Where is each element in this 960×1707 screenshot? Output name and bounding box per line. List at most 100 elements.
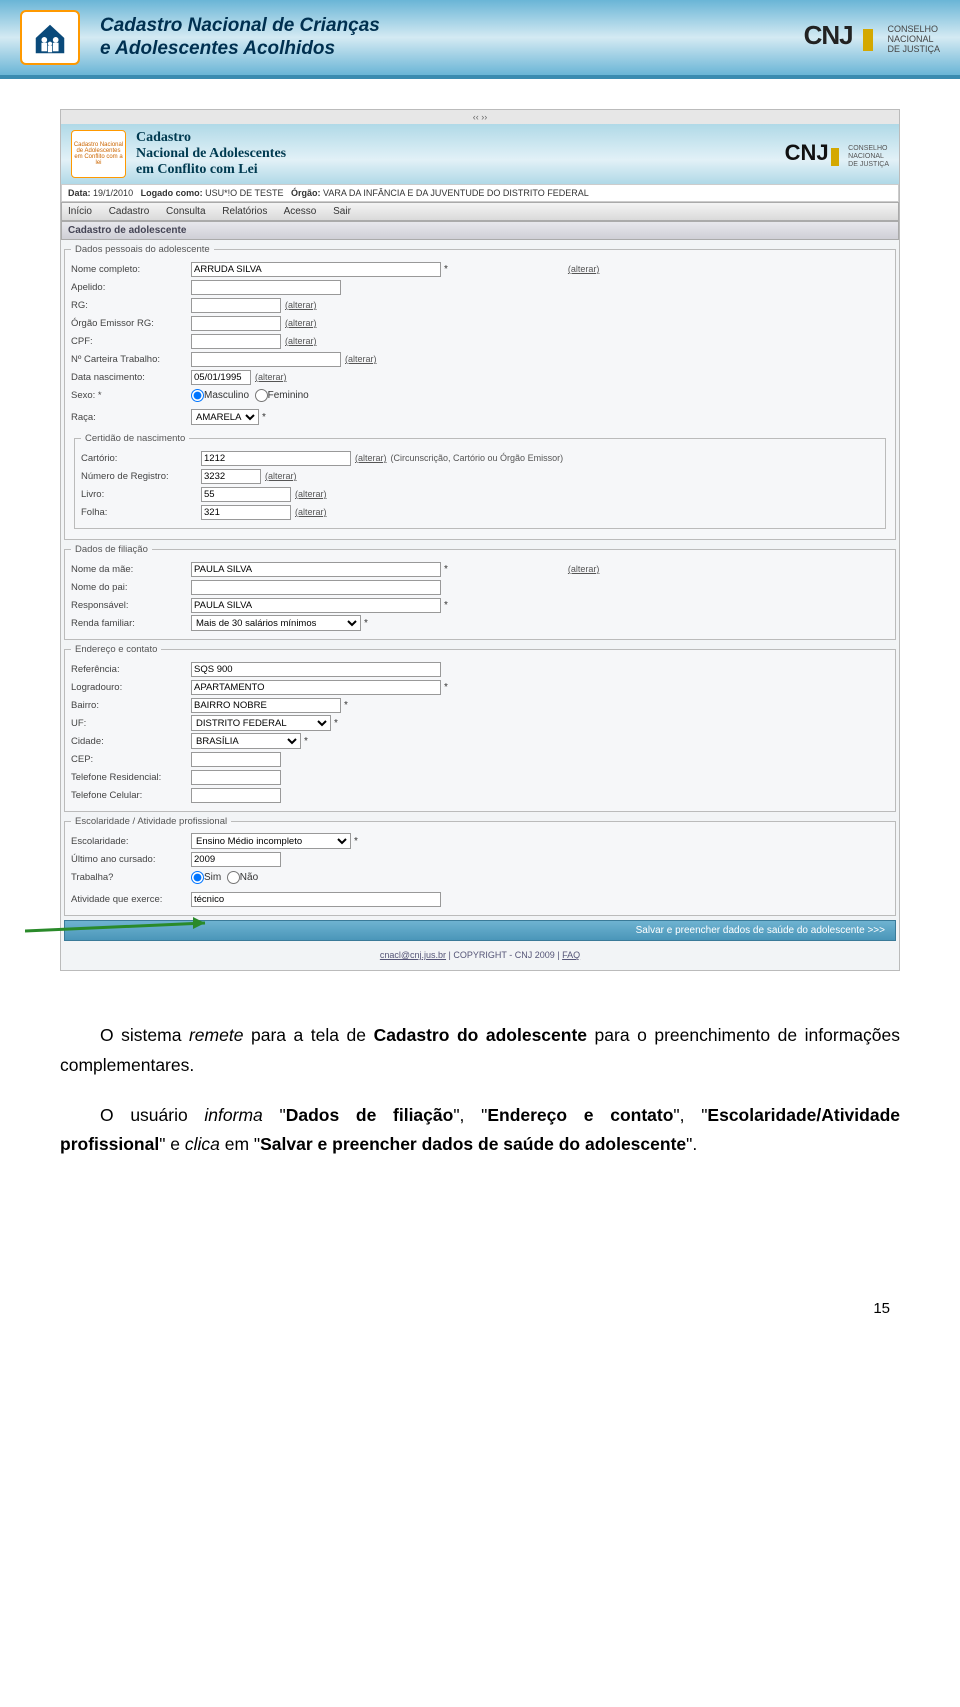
input-ano[interactable] [191,852,281,867]
app-cnj-subtitle: CONSELHONACIONALDE JUSTIÇA [848,145,889,168]
label-tel-res: Telefone Residencial: [71,772,191,783]
input-tel-res[interactable] [191,770,281,785]
banner-logo [20,10,80,65]
input-apelido[interactable] [191,280,341,295]
input-responsavel[interactable] [191,598,441,613]
input-referencia[interactable] [191,662,441,677]
label-cpf: CPF: [71,336,191,347]
radio-sim[interactable] [191,871,204,884]
alterar-link[interactable]: (alterar) [345,354,377,364]
label-rg: RG: [71,300,191,311]
menu-bar: Início Cadastro Consulta Relatórios Aces… [61,202,899,221]
label-folha: Folha: [81,507,201,518]
alterar-link[interactable]: (alterar) [568,264,600,274]
input-orgao-rg[interactable] [191,316,281,331]
group-dados-pessoais: Dados pessoais do adolescente Nome compl… [64,244,896,540]
input-atividade[interactable] [191,892,441,907]
label-num-reg: Número de Registro: [81,471,201,482]
alterar-link[interactable]: (alterar) [285,300,317,310]
input-rg[interactable] [191,298,281,313]
input-nome[interactable] [191,262,441,277]
app-header: Cadastro Nacional de Adolescentes em Con… [61,124,899,184]
select-escolaridade[interactable]: Ensino Médio incompleto [191,833,351,849]
input-logradouro[interactable] [191,680,441,695]
input-num-reg[interactable] [201,469,261,484]
label-apelido: Apelido: [71,282,191,293]
select-raca[interactable]: AMARELA [191,409,259,425]
app-screenshot: ‹‹ ›› Cadastro Nacional de Adolescentes … [60,109,900,971]
label-pai: Nome do pai: [71,582,191,593]
nav-arrows[interactable]: ‹‹ ›› [61,110,899,124]
footer-faq-link[interactable]: FAQ [562,950,580,960]
group-filiacao: Dados de filiação Nome da mãe:*(alterar)… [64,544,896,640]
label-data-nasc: Data nascimento: [71,372,191,383]
page-header-banner: Cadastro Nacional de Crianças e Adolesce… [0,0,960,79]
save-button[interactable]: Salvar e preencher dados de saúde do ado… [64,920,896,941]
label-atividade: Atividade que exerce: [71,894,191,905]
input-data-nasc[interactable] [191,370,251,385]
app-footer: cnacl@cnj.jus.br | COPYRIGHT - CNJ 2009 … [61,944,899,970]
alterar-link[interactable]: (alterar) [295,489,327,499]
alterar-link[interactable]: (alterar) [285,318,317,328]
group-escolaridade: Escolaridade / Atividade profissional Es… [64,816,896,916]
menu-sair[interactable]: Sair [333,206,351,217]
input-cep[interactable] [191,752,281,767]
input-livro[interactable] [201,487,291,502]
label-livro: Livro: [81,489,201,500]
label-logradouro: Logradouro: [71,682,191,693]
document-body-text: O sistema remete para a tela de Cadastro… [60,1021,900,1160]
alterar-link[interactable]: (alterar) [255,372,287,382]
banner-cnj-block: CNJ CONSELHO NACIONAL DE JUSTIÇA [804,20,940,55]
legend-certidao: Certidão de nascimento [81,433,189,444]
menu-relatorios[interactable]: Relatórios [222,206,267,217]
cnj-logo-text: CNJ [804,20,853,50]
banner-title-line1: Cadastro Nacional de Crianças [100,15,784,38]
label-escolaridade: Escolaridade: [71,836,191,847]
input-tel-cel[interactable] [191,788,281,803]
menu-acesso[interactable]: Acesso [284,206,317,217]
cnj-subtitle: CONSELHO NACIONAL DE JUSTIÇA [887,25,940,55]
select-cidade[interactable]: BRASÍLIA [191,733,301,749]
alterar-link[interactable]: (alterar) [265,471,297,481]
banner-title: Cadastro Nacional de Crianças e Adolesce… [100,15,784,61]
input-mae[interactable] [191,562,441,577]
input-cpf[interactable] [191,334,281,349]
input-carteira[interactable] [191,352,341,367]
label-mae: Nome da mãe: [71,564,191,575]
menu-inicio[interactable]: Início [68,206,92,217]
menu-cadastro[interactable]: Cadastro [109,206,150,217]
app-cnj-text: CNJ [785,140,829,165]
alterar-link[interactable]: (alterar) [568,564,600,574]
save-button-label: Salvar e preencher dados de saúde do ado… [636,925,885,936]
footer-email-link[interactable]: cnacl@cnj.jus.br [380,950,446,960]
alterar-link[interactable]: (alterar) [285,336,317,346]
app-cnj-stripe-icon [831,148,839,166]
group-endereco: Endereço e contato Referência: Logradour… [64,644,896,812]
section-title: Cadastro de adolescente [61,221,899,240]
select-uf[interactable]: DISTRITO FEDERAL [191,715,331,731]
radio-masculino[interactable] [191,389,204,402]
label-orgao-rg: Órgão Emissor RG: [71,318,191,329]
label-carteira: Nº Carteira Trabalho: [71,354,191,365]
label-cep: CEP: [71,754,191,765]
label-ano: Último ano cursado: [71,854,191,865]
radio-feminino[interactable] [255,389,268,402]
radio-nao[interactable] [227,871,240,884]
legend-escolaridade: Escolaridade / Atividade profissional [71,816,231,827]
select-renda[interactable]: Mais de 30 salários mínimos [191,615,361,631]
input-folha[interactable] [201,505,291,520]
alterar-link[interactable]: (alterar) [355,453,387,463]
legend-pessoais: Dados pessoais do adolescente [71,244,214,255]
input-bairro[interactable] [191,698,341,713]
page-number: 15 [60,1300,900,1317]
group-certidao: Certidão de nascimento Cartório:(alterar… [74,433,886,529]
menu-consulta[interactable]: Consulta [166,206,205,217]
input-pai[interactable] [191,580,441,595]
label-raca: Raça: [71,412,191,423]
input-cartorio[interactable] [201,451,351,466]
status-bar: Data: 19/1/2010 Logado como: USU*!O DE T… [61,184,899,202]
legend-filiacao: Dados de filiação [71,544,152,555]
alterar-link[interactable]: (alterar) [295,507,327,517]
label-renda: Renda familiar: [71,618,191,629]
cnj-stripe-icon [863,29,873,51]
